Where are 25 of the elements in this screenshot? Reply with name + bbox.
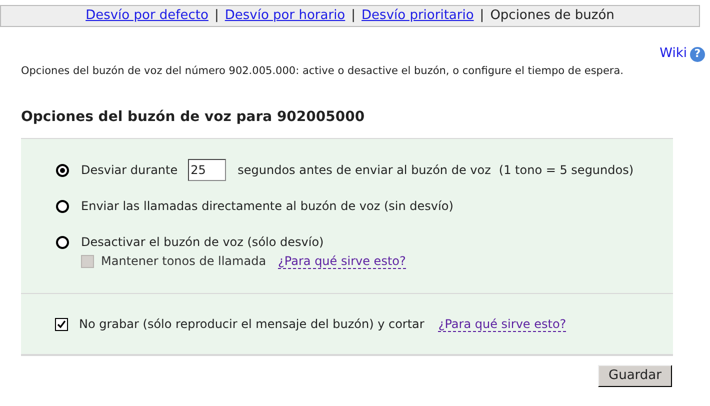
help-icon[interactable]: ?: [690, 46, 705, 62]
radio-button[interactable]: [56, 236, 69, 248]
radio-button[interactable]: [56, 200, 69, 212]
nav-separator: |: [351, 7, 356, 26]
option-note: (1 tono = 5 segundos): [498, 162, 634, 179]
description: Opciones del buzón de voz del número 902.005.000: active o desactive el buzón, o configure el tiempo de espera.: [21, 64, 625, 78]
nav-separator: |: [214, 7, 219, 26]
nav-tab[interactable]: Opciones de buzón: [490, 6, 614, 26]
option-label: Desactivar el buzón de voz (sólo desvío): [81, 234, 324, 251]
option-label: Enviar las llamadas directamente al buzón de voz (sin desvío): [81, 198, 454, 215]
radio-button[interactable]: [56, 164, 69, 176]
checkbox-label: No grabar (sólo reproducir el mensaje del buzón) y cortar: [79, 316, 424, 333]
wiki-link[interactable]: Wiki: [660, 44, 687, 64]
seconds-field[interactable]: 25: [188, 159, 226, 181]
option-suffix: segundos antes de enviar al buzón de voz: [238, 162, 491, 179]
nav-tab[interactable]: Desvío por defecto: [86, 6, 208, 26]
nav-separator: |: [480, 7, 484, 26]
checkbox-label: Mantener tonos de llamada: [101, 253, 266, 270]
checkbox[interactable]: [55, 318, 68, 330]
section-heading: Opciones del buzón de voz para 902005000: [21, 108, 366, 126]
nav-tab[interactable]: Desvío por horario: [224, 6, 346, 26]
help-link[interactable]: ¿Para qué sirve esto?: [438, 316, 566, 332]
option-label: Desviar durante: [81, 162, 178, 179]
save-button[interactable]: Guardar: [598, 365, 672, 387]
nav-tab[interactable]: Desvío prioritario: [362, 6, 474, 26]
